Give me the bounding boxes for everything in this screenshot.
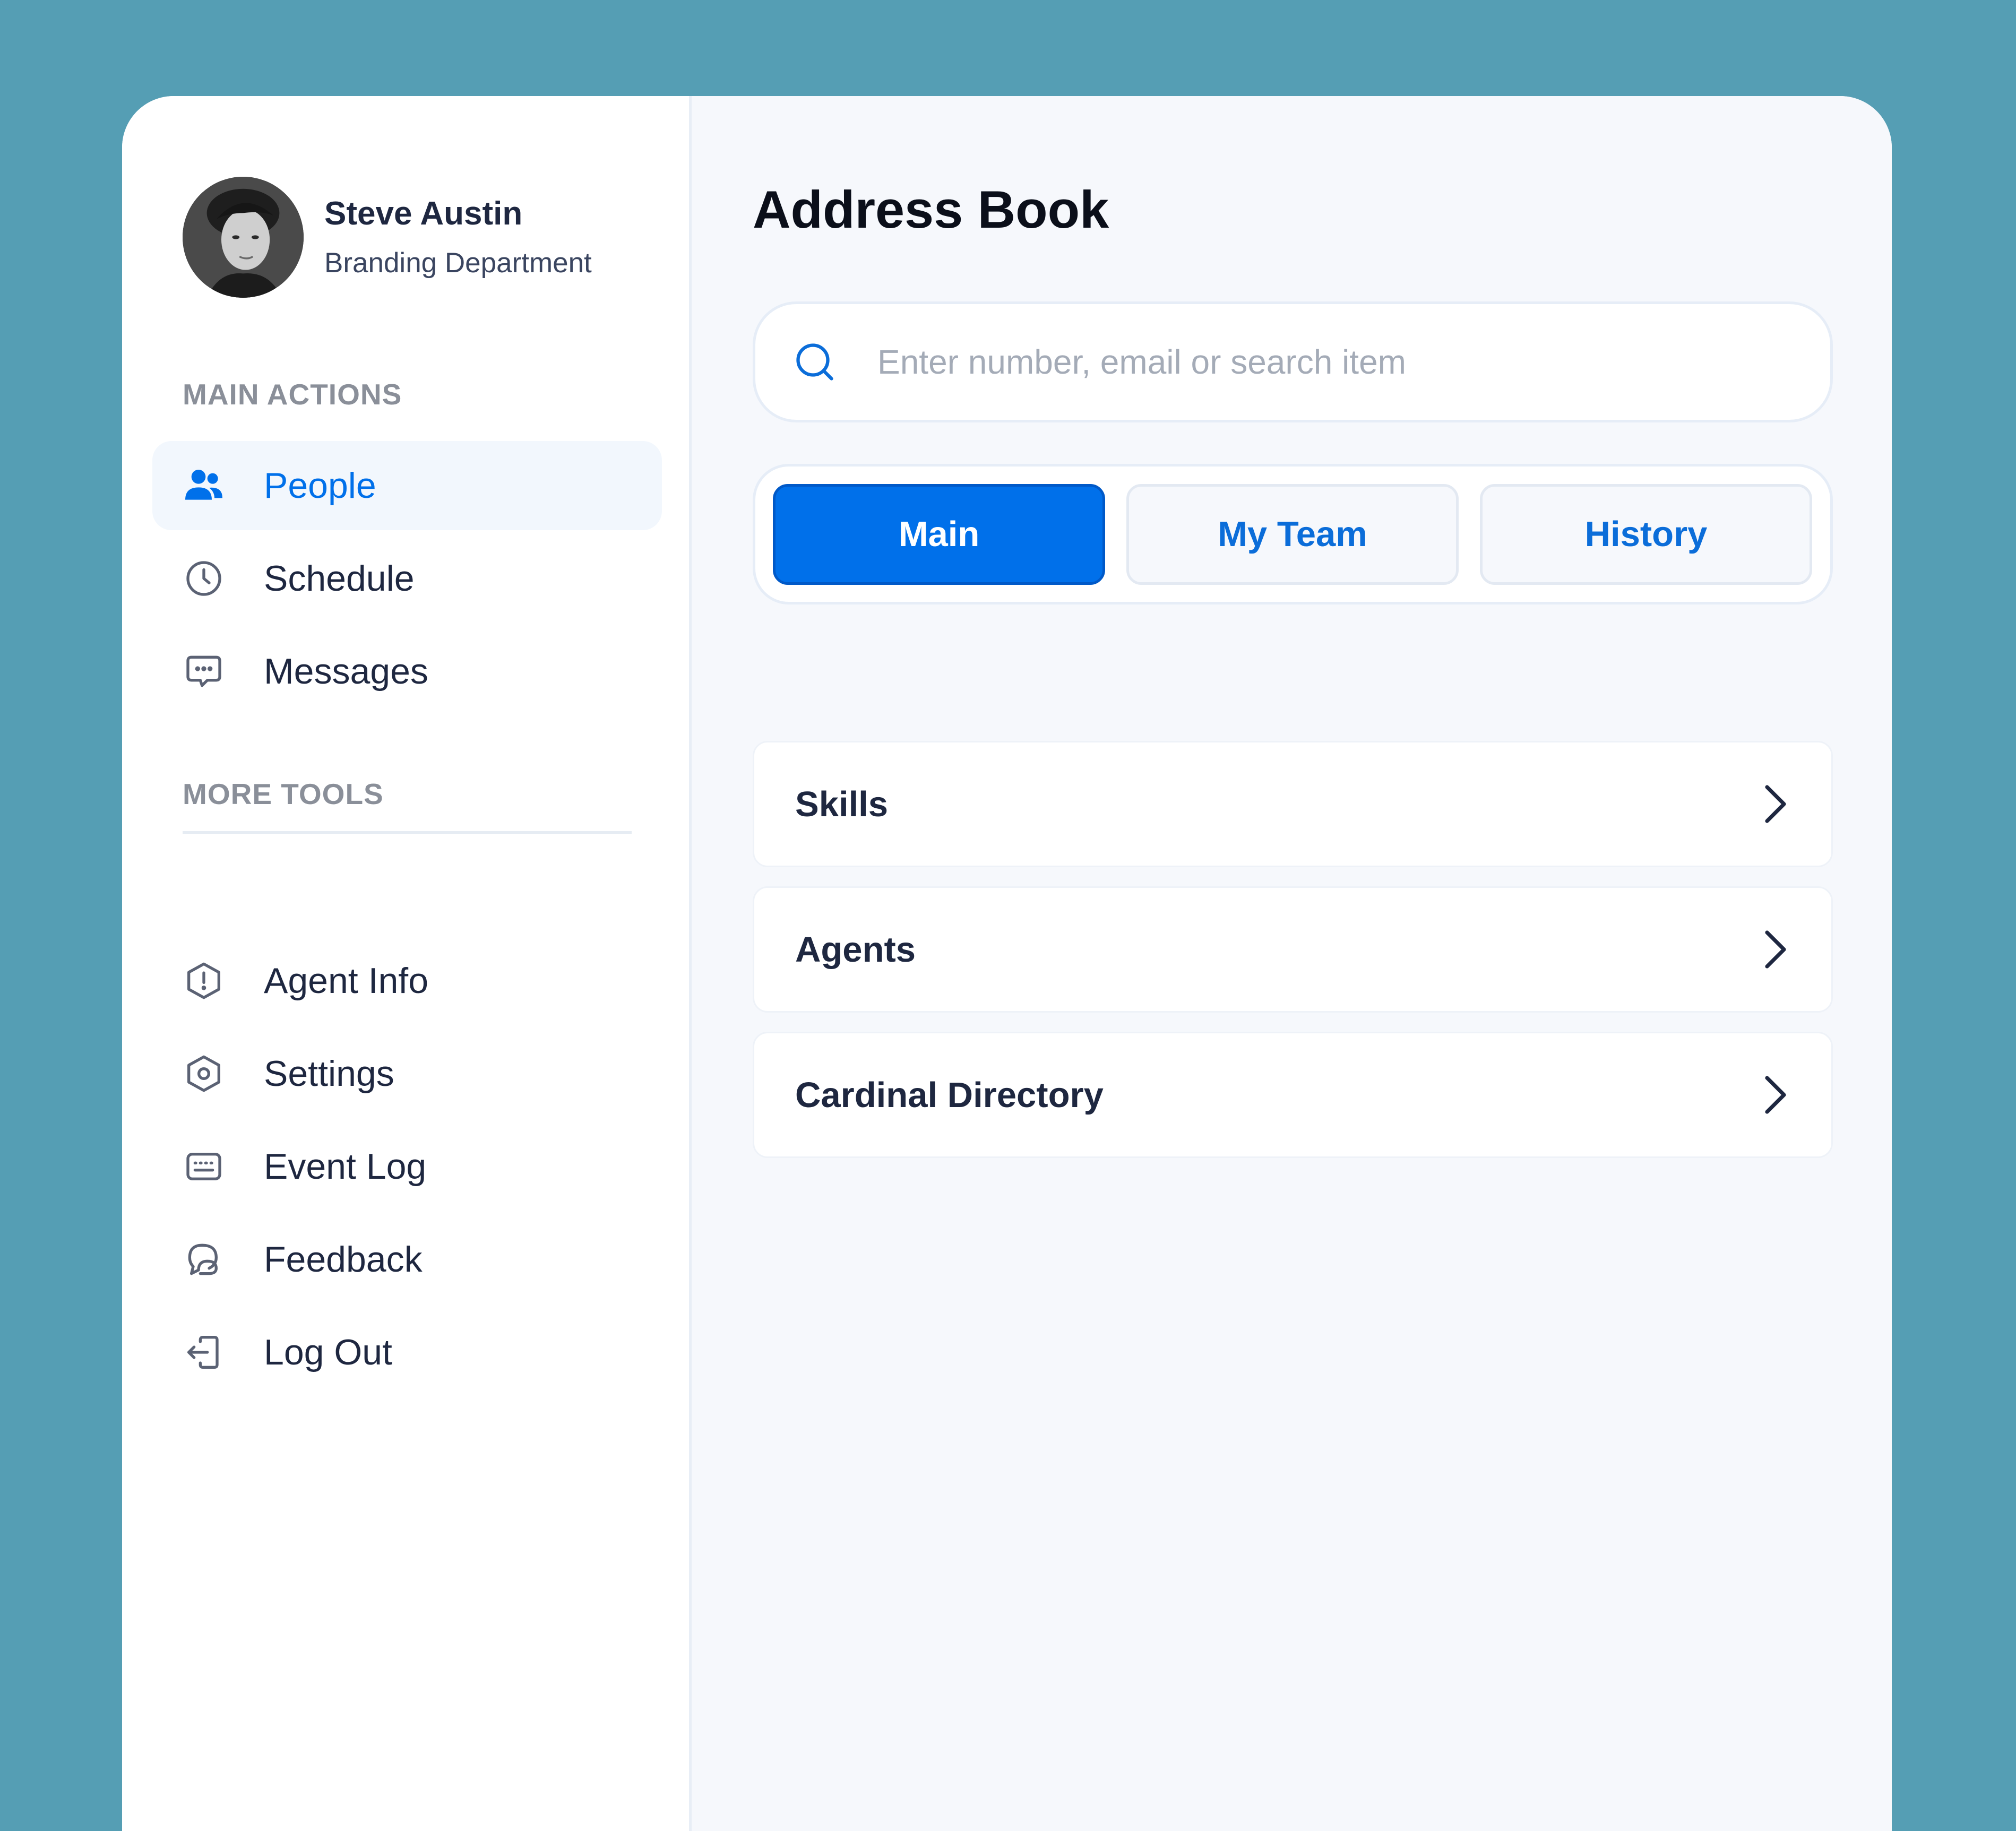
nav-label-settings: Settings xyxy=(264,1053,394,1094)
nav-item-log-out[interactable]: Log Out xyxy=(152,1308,662,1397)
nav-label-schedule: Schedule xyxy=(264,558,415,599)
nav-item-agent-info[interactable]: Agent Info xyxy=(152,936,662,1025)
logout-icon xyxy=(183,1331,225,1374)
log-list-icon xyxy=(183,1145,225,1188)
nav-item-schedule[interactable]: Schedule xyxy=(152,534,662,623)
nav-label-agent-info: Agent Info xyxy=(264,961,429,1001)
nav-item-messages[interactable]: Messages xyxy=(152,627,662,716)
user-profile[interactable]: Steve Austin Branding Department xyxy=(183,177,592,298)
people-icon xyxy=(183,464,225,507)
user-department: Branding Department xyxy=(324,247,592,279)
alert-hexagon-icon xyxy=(183,960,225,1002)
clock-icon xyxy=(183,557,225,600)
nav-label-log-out: Log Out xyxy=(264,1332,392,1372)
tab-bar: Main My Team History xyxy=(753,464,1833,604)
search-bar[interactable] xyxy=(753,301,1833,422)
list-item-label: Cardinal Directory xyxy=(795,1075,1104,1115)
nav-label-people: People xyxy=(264,465,376,506)
list-item-cardinal-directory[interactable]: Cardinal Directory xyxy=(753,1032,1833,1158)
list-item-agents[interactable]: Agents xyxy=(753,886,1833,1013)
page-title: Address Book xyxy=(753,180,1109,239)
tab-main[interactable]: Main xyxy=(773,483,1105,585)
nav-item-settings[interactable]: Settings xyxy=(152,1029,662,1118)
nav-label-messages: Messages xyxy=(264,651,428,692)
sidebar-divider xyxy=(183,831,632,834)
nav-item-event-log[interactable]: Event Log xyxy=(152,1122,662,1211)
list-item-skills[interactable]: Skills xyxy=(753,741,1833,867)
settings-hexagon-icon xyxy=(183,1052,225,1095)
chevron-right-icon xyxy=(1761,1074,1790,1116)
nav-item-people[interactable]: People xyxy=(152,441,662,530)
nav-item-feedback[interactable]: Feedback xyxy=(152,1215,662,1304)
feedback-chat-icon xyxy=(183,1238,225,1281)
search-input[interactable] xyxy=(877,342,1780,382)
message-icon xyxy=(183,650,225,693)
chevron-right-icon xyxy=(1761,928,1790,971)
main-content: Address Book Main My Team History Skills… xyxy=(692,96,1892,1831)
section-title-more-tools: MORE TOOLS xyxy=(183,778,384,810)
tab-history[interactable]: History xyxy=(1480,483,1812,585)
sidebar: Steve Austin Branding Department MAIN AC… xyxy=(122,96,692,1831)
list-item-label: Skills xyxy=(795,784,889,824)
avatar[interactable] xyxy=(183,177,304,298)
tab-my-team[interactable]: My Team xyxy=(1126,483,1459,585)
list-item-label: Agents xyxy=(795,929,916,970)
nav-label-feedback: Feedback xyxy=(264,1239,423,1280)
search-icon xyxy=(792,340,837,384)
nav-label-event-log: Event Log xyxy=(264,1146,427,1187)
chevron-right-icon xyxy=(1761,783,1790,825)
app-window: Steve Austin Branding Department MAIN AC… xyxy=(122,96,1892,1831)
user-name: Steve Austin xyxy=(324,195,523,232)
section-title-main-actions: MAIN ACTIONS xyxy=(183,378,402,411)
